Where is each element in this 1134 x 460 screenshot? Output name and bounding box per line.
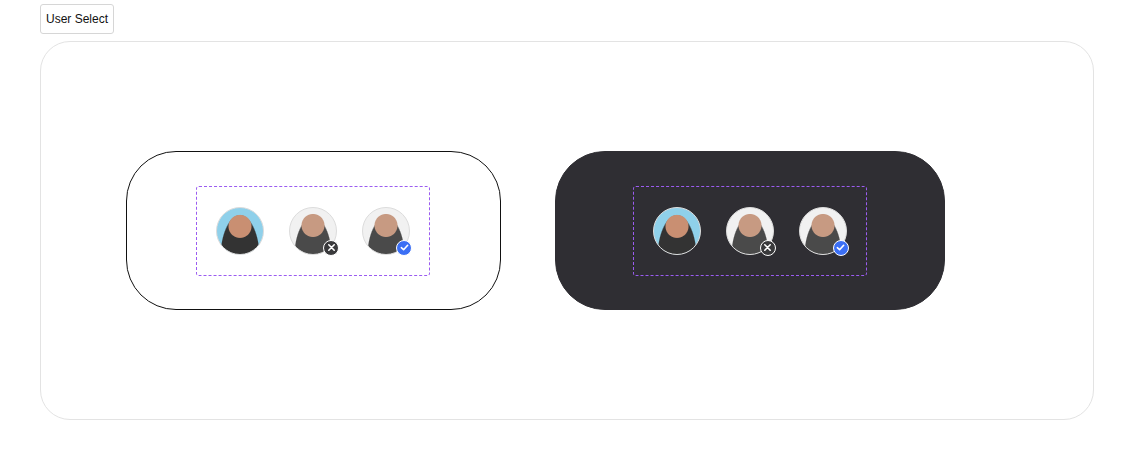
remove-badge[interactable] (323, 240, 339, 256)
user-select-group (633, 186, 867, 276)
user-avatar[interactable] (289, 207, 337, 255)
preview-stage (40, 41, 1094, 420)
close-icon (763, 243, 772, 252)
remove-badge[interactable] (760, 240, 776, 256)
user-avatar[interactable] (653, 207, 701, 255)
close-icon (327, 243, 336, 252)
user-avatar[interactable] (799, 207, 847, 255)
check-icon (400, 243, 409, 252)
selected-badge (396, 240, 412, 256)
theme-panel (126, 151, 501, 310)
avatar-photo (216, 207, 264, 255)
user-avatar[interactable] (726, 207, 774, 255)
selected-badge (833, 240, 849, 256)
check-icon (836, 243, 845, 252)
user-avatar[interactable] (362, 207, 410, 255)
avatar-photo (653, 207, 701, 255)
theme-panel (555, 151, 945, 310)
user-select-group (196, 186, 430, 276)
title-button[interactable]: User Select (40, 4, 114, 34)
user-avatar[interactable] (216, 207, 264, 255)
